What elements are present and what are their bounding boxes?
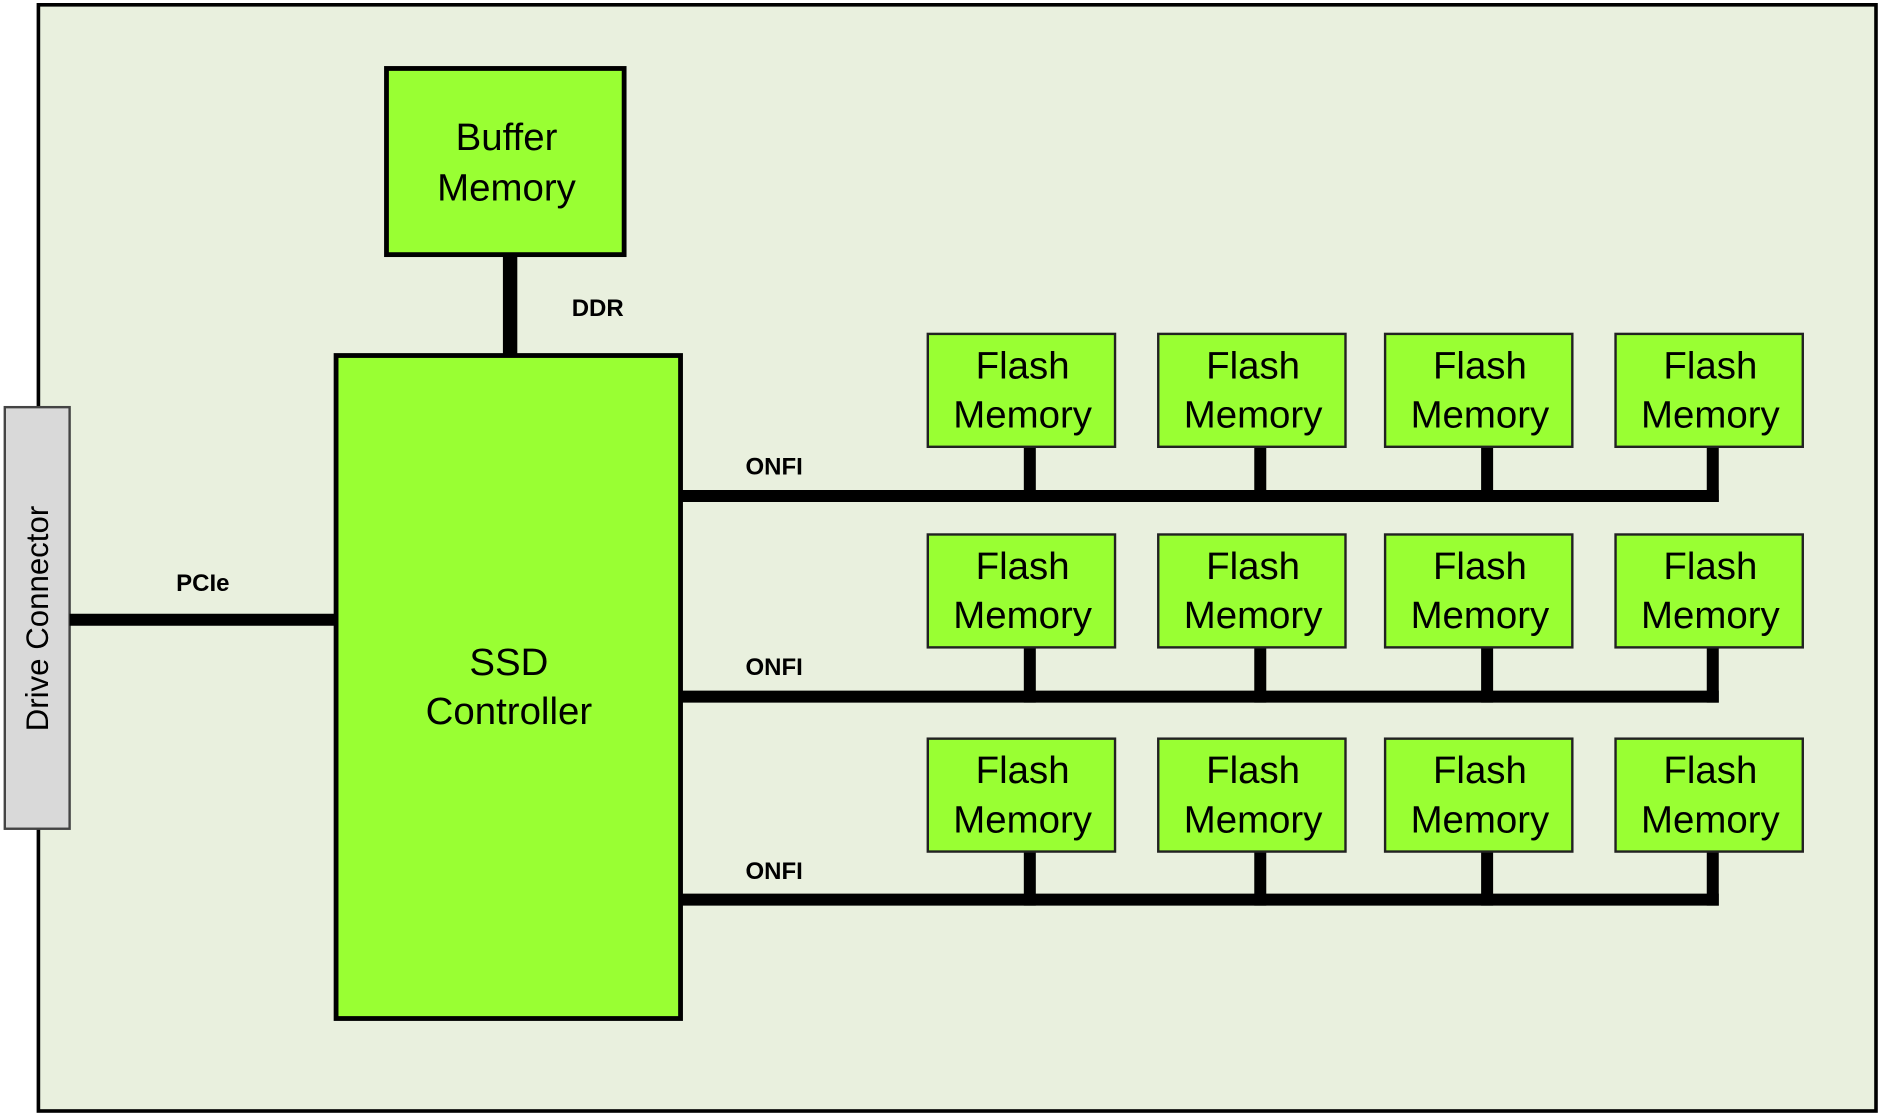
ssd-controller-line2: Controller — [426, 690, 593, 733]
flash-line2: Memory — [1184, 594, 1323, 637]
onfi-label: ONFI — [746, 453, 803, 480]
flash-line1: Flash — [1206, 545, 1300, 588]
flash-line1: Flash — [976, 344, 1070, 387]
flash-line2: Memory — [1641, 798, 1780, 841]
flash-memory-chip: Flash Memory — [1383, 737, 1574, 853]
flash-memory-chip: Flash Memory — [926, 533, 1117, 649]
ssd-controller: SSD Controller — [333, 353, 683, 1021]
flash-line2: Memory — [953, 798, 1092, 841]
ssd-architecture-diagram: Drive Connector PCIe DDR Buffer Memory S… — [3, 3, 1878, 1113]
flash-line1: Flash — [1206, 749, 1300, 792]
flash-line1: Flash — [1663, 545, 1757, 588]
flash-line2: Memory — [1411, 798, 1550, 841]
drive-connector: Drive Connector — [3, 405, 71, 830]
flash-memory-chip: Flash Memory — [1614, 332, 1804, 449]
ddr-label: DDR — [572, 295, 624, 322]
onfi-label: ONFI — [746, 858, 803, 885]
flash-memory-chip: Flash Memory — [1614, 533, 1804, 649]
flash-memory-chip: Flash Memory — [926, 332, 1117, 449]
flash-line2: Memory — [953, 594, 1092, 637]
buffer-memory-line2: Memory — [437, 167, 576, 210]
flash-line1: Flash — [976, 545, 1070, 588]
flash-line2: Memory — [1411, 594, 1550, 637]
flash-memory-chip: Flash Memory — [1157, 737, 1347, 853]
onfi-label: ONFI — [746, 654, 803, 681]
flash-line2: Memory — [1641, 394, 1780, 437]
buffer-memory: Buffer Memory — [384, 66, 627, 258]
flash-line1: Flash — [1433, 749, 1527, 792]
drive-connector-label: Drive Connector — [20, 506, 55, 732]
ssd-controller-line1: SSD — [469, 641, 548, 684]
flash-line1: Flash — [1663, 344, 1757, 387]
flash-line2: Memory — [1184, 798, 1323, 841]
flash-memory-chip: Flash Memory — [926, 737, 1117, 853]
flash-line2: Memory — [1184, 394, 1323, 437]
flash-line2: Memory — [1411, 394, 1550, 437]
flash-line1: Flash — [1663, 749, 1757, 792]
buffer-memory-line1: Buffer — [456, 116, 558, 159]
flash-memory-chip: Flash Memory — [1383, 533, 1574, 649]
pcie-label: PCIe — [176, 570, 229, 597]
flash-memory-chip: Flash Memory — [1157, 533, 1347, 649]
flash-memory-chip: Flash Memory — [1383, 332, 1574, 449]
flash-memory-chip: Flash Memory — [1157, 332, 1347, 449]
flash-line1: Flash — [976, 749, 1070, 792]
flash-line2: Memory — [953, 394, 1092, 437]
flash-memory-chip: Flash Memory — [1614, 737, 1804, 853]
flash-line1: Flash — [1206, 344, 1300, 387]
flash-line1: Flash — [1433, 344, 1527, 387]
flash-line2: Memory — [1641, 594, 1780, 637]
flash-line1: Flash — [1433, 545, 1527, 588]
